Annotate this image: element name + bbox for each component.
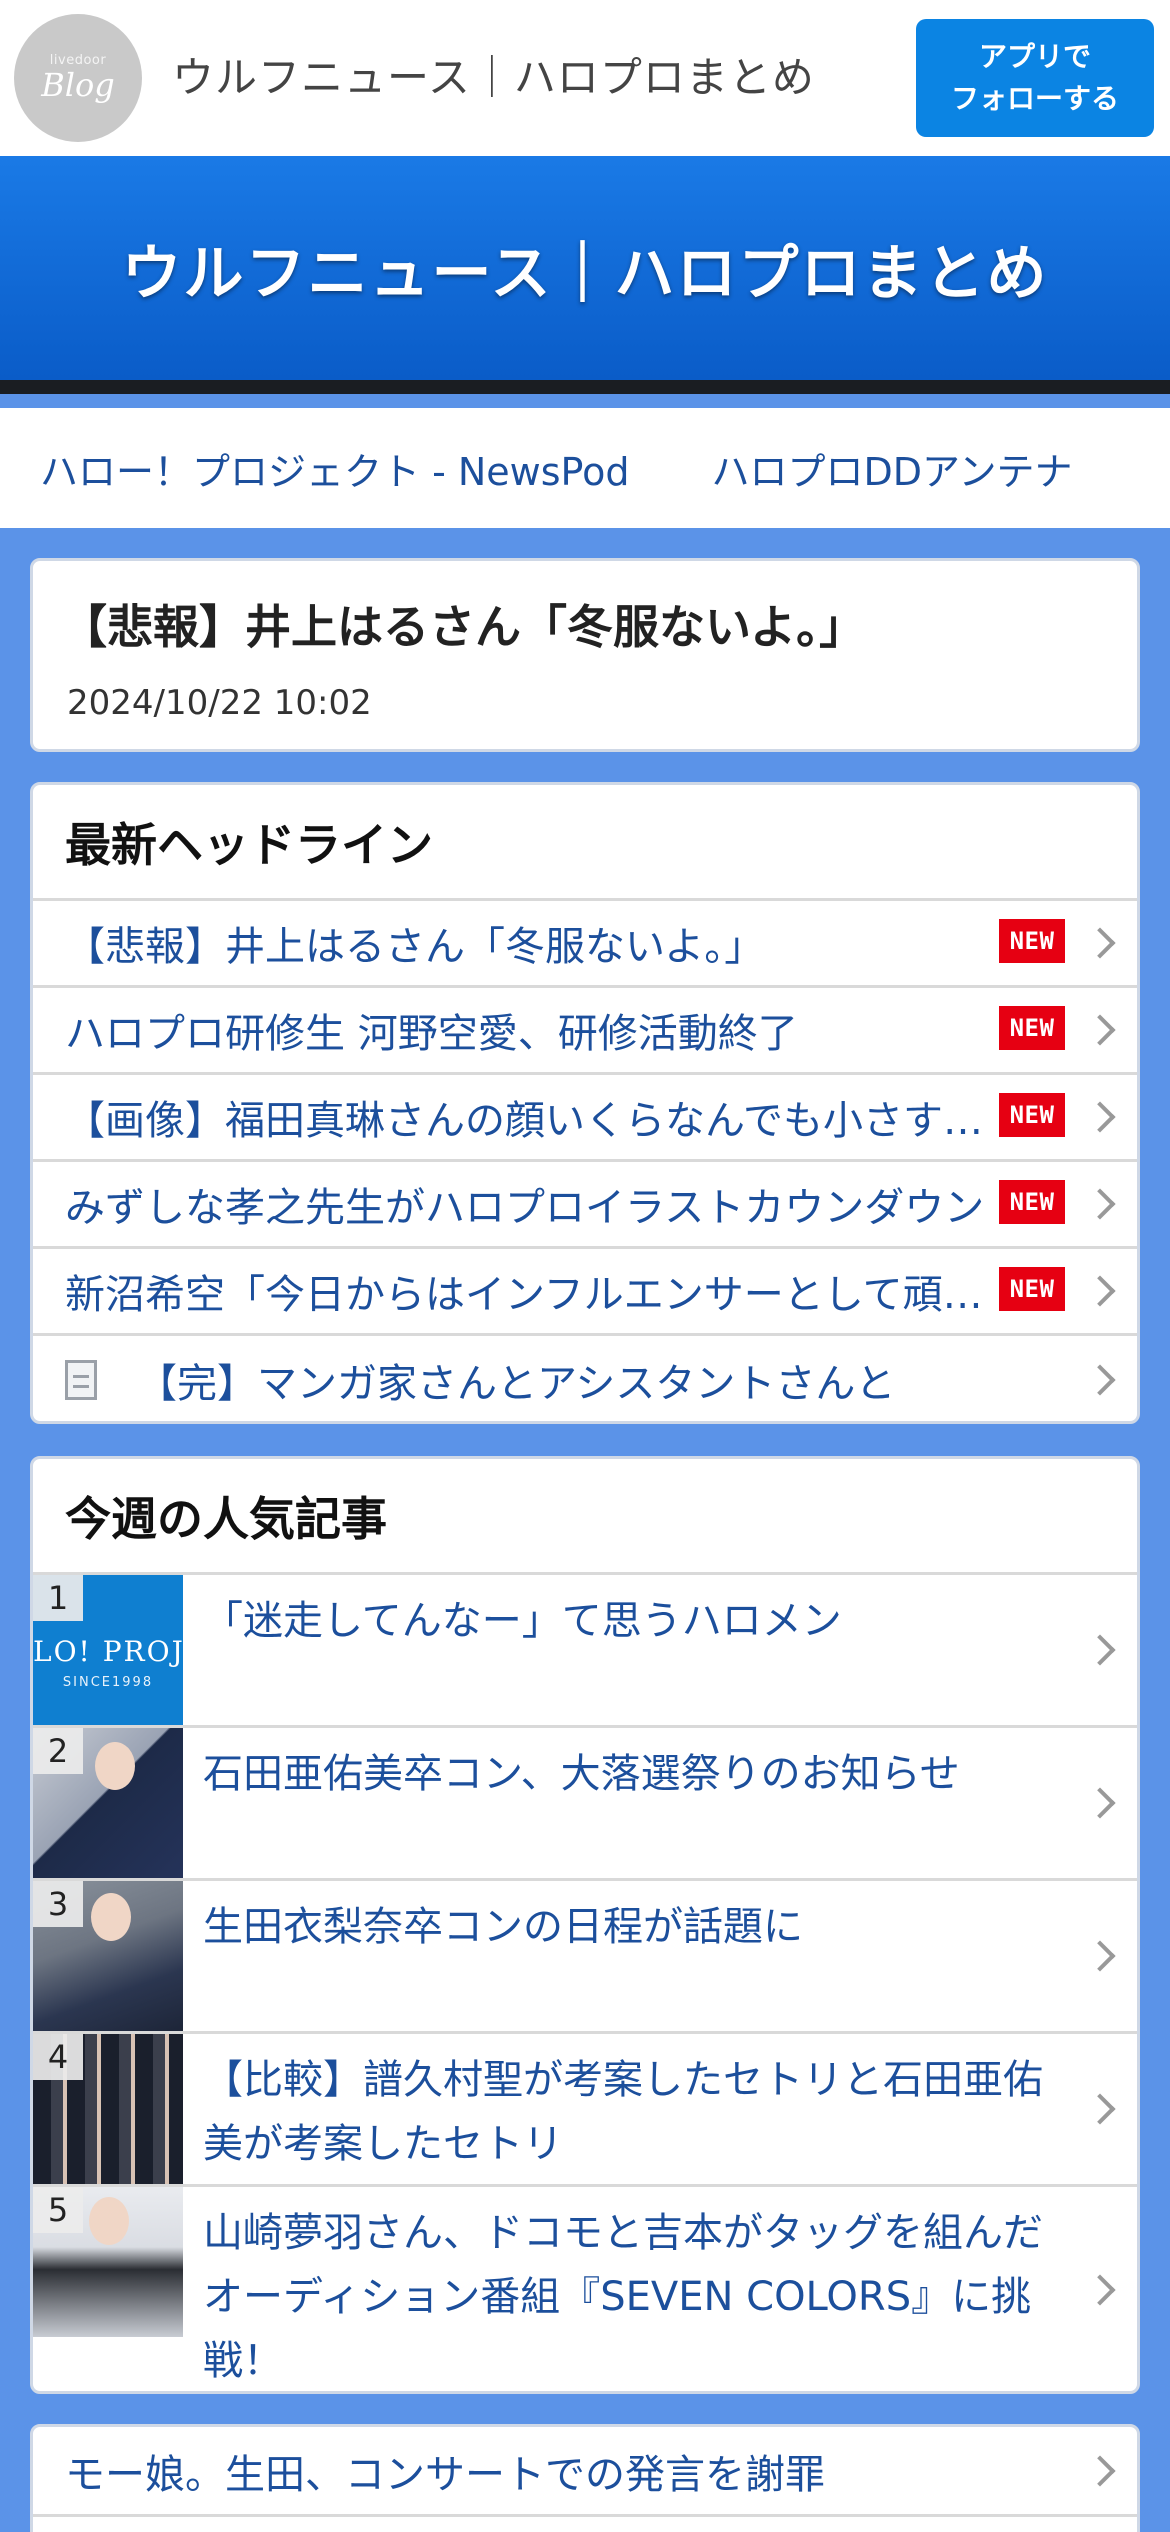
ranking-thumbnail: 2 <box>33 1728 183 1878</box>
chevron-right-icon <box>1084 1275 1116 1307</box>
new-badge: NEW <box>999 1006 1065 1050</box>
ranking-title: 生田衣梨奈卒コンの日程が話題に <box>203 1904 803 1950</box>
article-title: 【悲報】井上はるさん「冬服ないよ。」 <box>61 600 866 654</box>
follow-button-line2: フォローする <box>950 82 1119 115</box>
person-photo <box>91 1893 131 1941</box>
new-badge: NEW <box>999 919 1065 963</box>
follow-in-app-button[interactable]: アプリで フォローする <box>916 19 1154 137</box>
list-item-text: モー娘。生田、コンサートでの発言を謝罪 <box>65 2451 825 2498</box>
headline-item[interactable]: 【悲報】井上はるさん「冬服ないよ。」 NEW <box>33 901 1137 988</box>
latest-headlines-heading: 最新ヘッドライン <box>33 785 1137 901</box>
livedoor-blog-logo[interactable]: livedoor Blog <box>14 14 142 142</box>
ranking-item[interactable]: 5 山崎夢羽さん、ドコモと吉本がタッグを組んだオーディション番組『SEVEN C… <box>33 2187 1137 2391</box>
person-photo <box>95 1742 135 1790</box>
ranking-thumbnail: 4 <box>33 2034 183 2184</box>
headline-text: 【完】マンガ家さんとアシスタントさんと <box>137 1360 896 1407</box>
article-list-card: モー娘。生田、コンサートでの発言を謝罪 <box>30 2424 1140 2532</box>
chevron-right-icon <box>1084 2454 1116 2487</box>
header-banner: ウルフニュース｜ハロプロまとめ <box>0 156 1170 394</box>
thumbnail-logo-text: LO! PROJ <box>33 1635 183 1668</box>
ranking-item[interactable]: 4 【比較】譜久村聖が考案したセトリと石田亜佑美が考案したセトリ <box>33 2034 1137 2187</box>
banner-title[interactable]: ウルフニュース｜ハロプロまとめ <box>122 225 1049 312</box>
ranking-thumbnail: LO! PROJ SINCE1998 1 <box>33 1575 183 1725</box>
latest-headlines-card: 最新ヘッドライン 【悲報】井上はるさん「冬服ないよ。」 NEW ハロプロ研修生 … <box>30 782 1140 1424</box>
headline-item[interactable]: みずしな孝之先生がハロプロイラストカウンダウン NEW <box>33 1162 1137 1249</box>
headline-item[interactable]: ハロプロ研修生 河野空愛、研修活動終了 NEW <box>33 988 1137 1075</box>
article-card: 【悲報】井上はるさん「冬服ないよ。」 2024/10/22 10:02 <box>30 558 1140 752</box>
ranking-item[interactable]: 2 石田亜佑美卒コン、大落選祭りのお知らせ <box>33 1728 1137 1881</box>
headline-text: 【悲報】井上はるさん「冬服ないよ。」 <box>65 924 765 970</box>
ranking-title: 【比較】譜久村聖が考案したセトリと石田亜佑美が考案したセトリ <box>203 2057 1043 2167</box>
link-nav: ハロー！プロジェクト - NewsPod ハロプロDDアンテナ <box>0 408 1170 528</box>
chevron-right-icon <box>1084 1188 1116 1220</box>
weekly-popular-heading: 今週の人気記事 <box>33 1459 1137 1575</box>
ranking-item[interactable]: LO! PROJ SINCE1998 1 「迷走してんなー」て思うハロメン <box>33 1575 1137 1728</box>
headline-text: 【画像】福田真琳さんの顔いくらなんでも小さすぎる <box>65 1098 1015 1144</box>
list-item[interactable]: モー娘。生田、コンサートでの発言を謝罪 <box>33 2427 1137 2517</box>
article-date: 2024/10/22 10:02 <box>67 683 372 723</box>
top-bar: livedoor Blog ウルフニュース｜ハロプロまとめ アプリで フォローす… <box>0 0 1170 156</box>
chevron-right-icon <box>1084 1787 1116 1819</box>
headline-item[interactable]: 新沼希空「今日からはインフルエンサーとして頑張ります」 NEW <box>33 1249 1137 1336</box>
link-dd-antenna[interactable]: ハロプロDDアンテナ <box>711 441 1072 496</box>
link-newspod[interactable]: ハロー！プロジェクト - NewsPod <box>40 441 629 496</box>
headline-text: ハロプロ研修生 河野空愛、研修活動終了 <box>65 1011 798 1057</box>
headline-item[interactable]: 【画像】福田真琳さんの顔いくらなんでも小さすぎる NEW <box>33 1075 1137 1162</box>
weekly-popular-card: 今週の人気記事 LO! PROJ SINCE1998 1 「迷走してんなー」て思… <box>30 1456 1140 2394</box>
ranking-thumbnail: 3 <box>33 1881 183 2031</box>
chevron-right-icon <box>1084 1014 1116 1046</box>
ranking-thumbnail: 5 <box>33 2187 183 2337</box>
blog-title[interactable]: ウルフニュース｜ハロプロまとめ <box>172 44 815 105</box>
chevron-right-icon <box>1084 1101 1116 1133</box>
chevron-right-icon <box>1084 927 1116 959</box>
new-badge: NEW <box>999 1093 1065 1137</box>
rank-number: 1 <box>33 1575 83 1621</box>
logo-main-text: Blog <box>41 65 115 104</box>
rank-number: 3 <box>33 1881 83 1927</box>
ranking-item[interactable]: 3 生田衣梨奈卒コンの日程が話題に <box>33 1881 1137 2034</box>
chevron-right-icon <box>1084 1940 1116 1972</box>
document-icon <box>65 1359 97 1400</box>
headline-text: 新沼希空「今日からはインフルエンサーとして頑張ります」 <box>65 1272 1015 1318</box>
new-badge: NEW <box>999 1180 1065 1224</box>
ranking-title: 「迷走してんなー」て思うハロメン <box>203 1598 842 1644</box>
headline-item[interactable]: 【完】マンガ家さんとアシスタントさんと <box>33 1336 1137 1421</box>
rank-number: 4 <box>33 2034 83 2080</box>
headline-text: みずしな孝之先生がハロプロイラストカウンダウン <box>65 1185 985 1231</box>
ranking-title: 山崎夢羽さん、ドコモと吉本がタッグを組んだオーディション番組『SEVEN COL… <box>203 2210 1043 2384</box>
chevron-right-icon <box>1084 1634 1116 1666</box>
follow-button-line1: アプリで <box>978 40 1091 73</box>
rank-number: 5 <box>33 2187 83 2233</box>
person-photo <box>89 2197 129 2245</box>
thumbnail-logo-subtext: SINCE1998 <box>62 1675 154 1690</box>
chevron-right-icon <box>1084 1363 1116 1396</box>
rank-number: 2 <box>33 1728 83 1774</box>
ranking-title: 石田亜佑美卒コン、大落選祭りのお知らせ <box>203 1751 960 1797</box>
new-badge: NEW <box>999 1267 1065 1311</box>
